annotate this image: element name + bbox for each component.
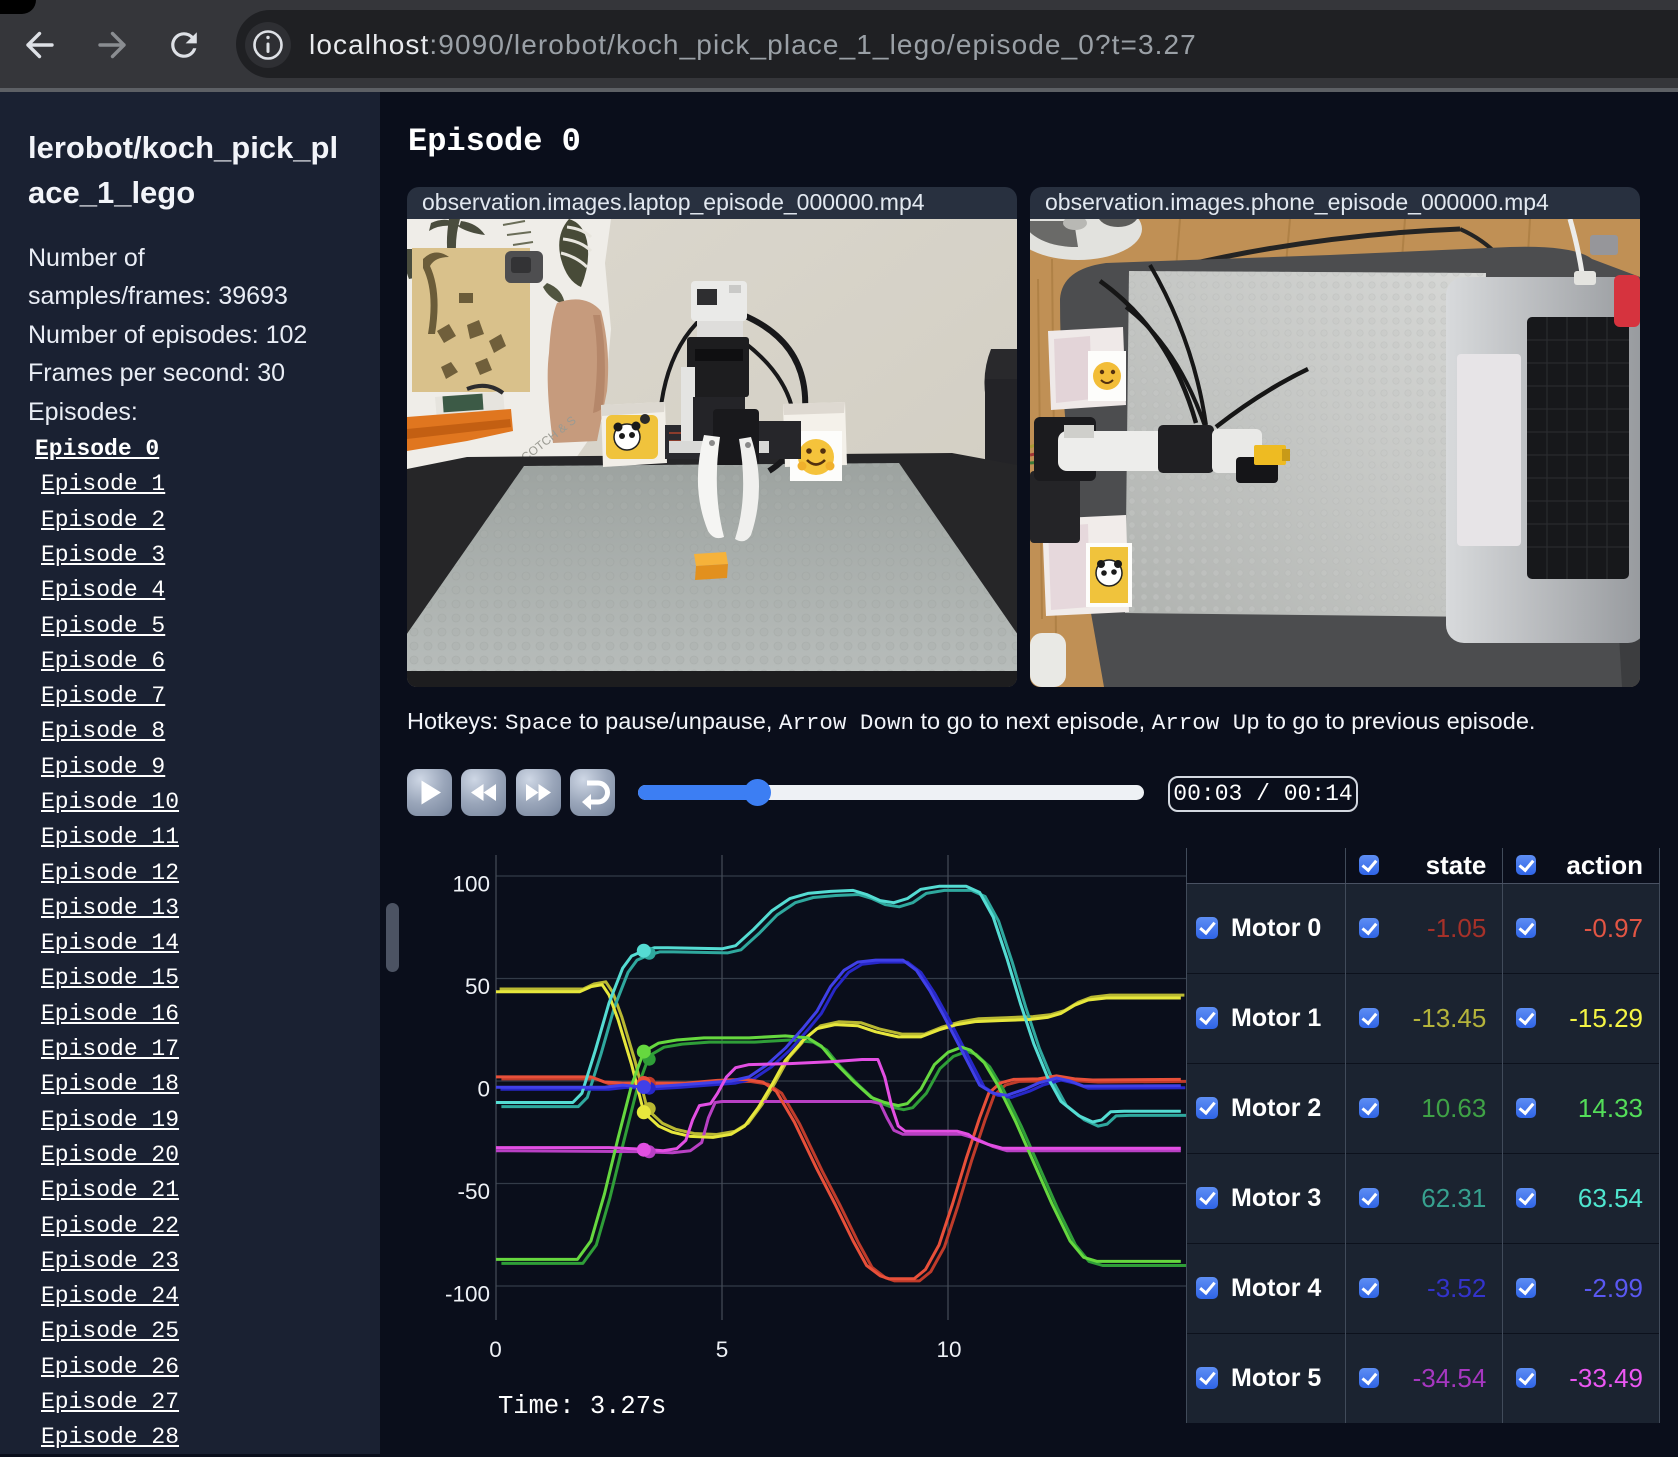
svg-text:10: 10 [936, 1337, 961, 1362]
svg-text:0: 0 [489, 1337, 502, 1362]
svg-text:100: 100 [452, 872, 490, 897]
svg-text:0: 0 [477, 1077, 490, 1102]
svg-text:-50: -50 [457, 1179, 490, 1204]
svg-text:5: 5 [716, 1337, 729, 1362]
svg-text:50: 50 [465, 974, 490, 999]
svg-text:Time: 3.27s: Time: 3.27s [498, 1392, 666, 1421]
svg-text:-100: -100 [445, 1282, 490, 1307]
